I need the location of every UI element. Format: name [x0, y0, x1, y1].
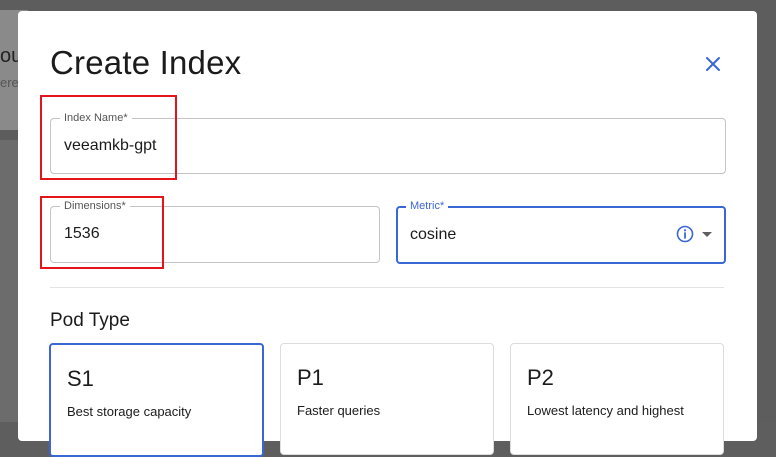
modal-title: Create Index [50, 44, 242, 81]
pod-description: Best storage capacity [67, 404, 192, 419]
background-subtitle-fragment: ere [0, 75, 19, 90]
close-icon[interactable] [701, 52, 725, 76]
pod-name: P1 [297, 365, 324, 390]
pod-description: Faster queries [297, 403, 381, 418]
pod-name: P2 [527, 365, 554, 390]
metric-value: cosine [410, 226, 457, 243]
highlight-box-index-name [40, 95, 177, 180]
pod-type-heading: Pod Type [50, 310, 130, 331]
section-divider [50, 287, 724, 288]
info-icon[interactable] [676, 225, 694, 243]
pod-option-p2[interactable]: P2 Lowest latency and highest [510, 343, 724, 455]
pod-name: S1 [67, 366, 94, 391]
metric-label: Metric* [406, 199, 449, 213]
dropdown-caret-icon[interactable] [702, 232, 712, 237]
background-panel [0, 140, 20, 422]
metric-select[interactable]: Metric* cosine [396, 199, 726, 264]
pod-option-p1[interactable]: P1 Faster queries [280, 343, 494, 455]
pod-option-s1[interactable]: S1 Best storage capacity [49, 343, 264, 457]
pod-description: Lowest latency and highest [527, 403, 684, 418]
highlight-box-dimensions [40, 196, 164, 269]
